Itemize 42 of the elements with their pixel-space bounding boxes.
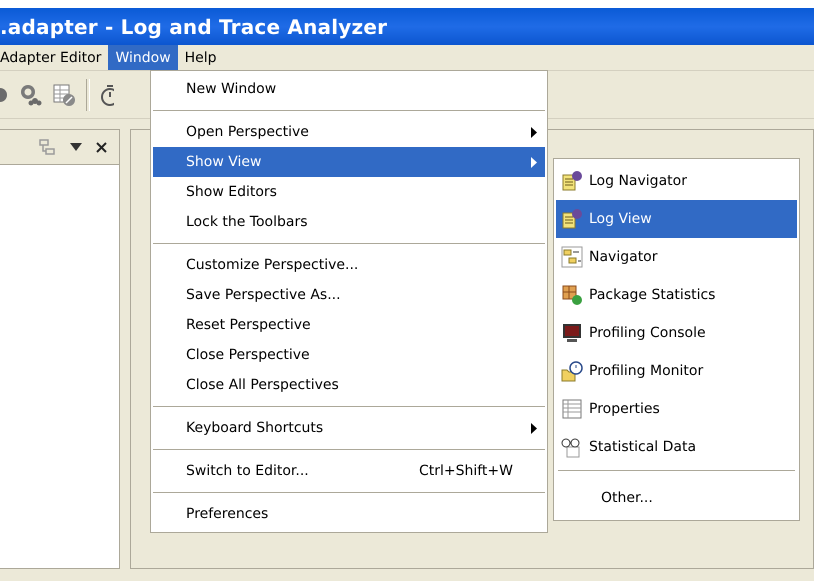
notepad-icon xyxy=(561,170,583,192)
menu-item[interactable]: Switch to Editor... Ctrl+Shift+W xyxy=(153,456,545,486)
menu-item[interactable]: Log View xyxy=(556,200,797,238)
menu-bar-item[interactable]: Help xyxy=(178,45,224,70)
table-icon xyxy=(561,398,583,420)
people-icon[interactable] xyxy=(18,82,42,106)
menu-bar-item[interactable]: Adapter Editor xyxy=(0,45,108,70)
menu-item[interactable]: Keyboard Shortcuts xyxy=(153,413,545,443)
stopwatch-icon[interactable] xyxy=(100,82,114,106)
monitor-icon xyxy=(561,322,583,344)
menu-item[interactable]: Show View xyxy=(153,147,545,177)
submenu-arrow-icon xyxy=(531,126,537,138)
menu-item[interactable]: Statistical Data xyxy=(556,428,797,466)
menu-item[interactable]: Lock the Toolbars xyxy=(153,207,545,237)
close-icon[interactable] xyxy=(96,142,107,152)
folder-clock-icon xyxy=(561,360,583,382)
package-icon xyxy=(561,284,583,306)
menu-bar-item[interactable]: Window xyxy=(108,45,178,70)
menu-item[interactable]: Navigator xyxy=(556,238,797,276)
menu-item[interactable]: Reset Perspective xyxy=(153,310,545,340)
menu-item[interactable]: Close Perspective xyxy=(153,340,545,370)
dropdown-icon[interactable] xyxy=(70,143,82,151)
submenu-arrow-icon xyxy=(531,156,537,168)
menu-item[interactable]: Save Perspective As... xyxy=(153,280,545,310)
menu-item[interactable]: Profiling Console xyxy=(556,314,797,352)
menu-item[interactable]: New Window xyxy=(153,74,545,104)
menu-item[interactable]: Preferences xyxy=(153,499,545,529)
hierarchy-icon[interactable] xyxy=(38,137,56,157)
tree-icon xyxy=(561,246,583,268)
menu-item[interactable]: Close All Perspectives xyxy=(153,370,545,400)
menu-item[interactable]: Open Perspective xyxy=(153,117,545,147)
menu-item[interactable]: Show Editors xyxy=(153,177,545,207)
menu-item[interactable]: Other... xyxy=(556,479,797,517)
menu-item[interactable]: Customize Perspective... xyxy=(153,250,545,280)
notepad-icon xyxy=(561,208,583,230)
submenu-arrow-icon xyxy=(531,422,537,434)
table-percent-icon[interactable] xyxy=(52,82,76,106)
menu-item[interactable]: Properties xyxy=(556,390,797,428)
menu-item[interactable]: Log Navigator xyxy=(556,162,797,200)
menu-item[interactable]: Profiling Monitor xyxy=(556,352,797,390)
menu-item[interactable]: Package Statistics xyxy=(556,276,797,314)
window-title: .adapter - Log and Trace Analyzer xyxy=(0,14,388,38)
